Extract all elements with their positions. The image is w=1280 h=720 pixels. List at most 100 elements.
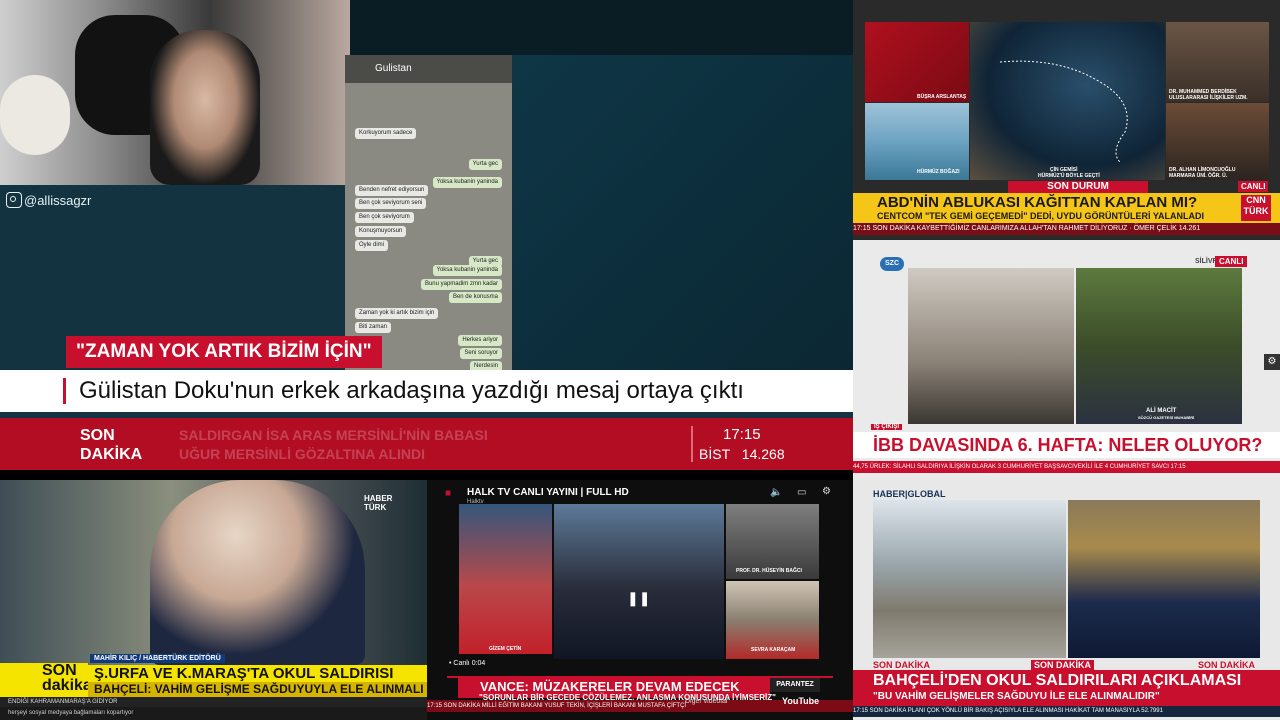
chat-bubble: Oyle dimi bbox=[355, 240, 389, 251]
reporter-name: ALİ MACİT bbox=[1146, 408, 1177, 414]
chat-bubble: Ben çok seviyorum seni bbox=[355, 198, 427, 209]
other-videos-button[interactable]: Diğer videolar bbox=[685, 698, 728, 705]
chat-bubble: Yoksa kubanin yaninda bbox=[432, 265, 502, 276]
chat-bubble: Benden nefret ediyorsun bbox=[355, 185, 429, 196]
cnn-ticker: 17:15 SON DAKİKA KAYBETTİĞİMİZ CANLARIMI… bbox=[853, 223, 1280, 235]
chat-bubble: Bunu yapmadim zmn kadar bbox=[420, 279, 502, 290]
haber-global-ticker: 17:15 SON DAKİKA PLANI ÇOK YÖNLÜ BİR BAK… bbox=[853, 706, 1280, 717]
chat-bubble: Biti zaman bbox=[355, 322, 392, 333]
haberturk-logo: HABER TÜRK bbox=[364, 494, 392, 512]
chat-screenshot: Gulistan Korkuyorum sadece Yurta gec Yoksa… bbox=[345, 55, 512, 370]
breaking-ticker: SON DAKİKA SALDIRGAN İSA ARAS MERSİNLİ'Nİ… bbox=[0, 418, 853, 470]
headline-bar: BAHÇELİ'DEN OKUL SALDIRILARI AÇIKLAMASI … bbox=[853, 670, 1280, 706]
bist-value: 14.268 bbox=[741, 446, 785, 462]
news-line-2: UĞUR MERSİNLİ GÖZALTINA ALINDI bbox=[179, 446, 426, 462]
route-line bbox=[999, 60, 1128, 163]
captions-icon[interactable]: ▭ bbox=[797, 487, 806, 498]
streamer-handle: @allissagzr bbox=[6, 192, 91, 208]
reporter-title: SÖZCÜ GAZETESİ MUHABİRİ bbox=[1138, 415, 1195, 420]
anchor-feed: GİZEM ÇETİN bbox=[459, 504, 552, 654]
haber-global-logo: HABER|GLOBAL bbox=[873, 489, 946, 499]
bist-label: BİST bbox=[699, 446, 731, 462]
subline-text: BAHÇELİ: VAHİM GELİŞME SAĞDUYUYLA ELE AL… bbox=[94, 682, 424, 696]
live-time: 0:04 bbox=[471, 660, 486, 667]
plush-toy bbox=[0, 75, 70, 155]
son-line: SON bbox=[80, 427, 115, 444]
instagram-icon bbox=[6, 192, 22, 208]
headline-text: ABD'NİN ABLUKASI KAĞITTAN KAPLAN MI? bbox=[877, 194, 1198, 211]
subline-bar: BAHÇELİ: VAHİM GELİŞME SAĞDUYUYLA ELE AL… bbox=[88, 682, 427, 697]
guest1-feed: PROF. DR. HÜSEYİN BAĞCI bbox=[726, 504, 819, 579]
streamer-face bbox=[150, 30, 260, 185]
webcam-feed bbox=[0, 0, 350, 185]
szc-logo: SZC bbox=[880, 257, 904, 271]
haberturk-panel[interactable]: HABER TÜRK MAHİR KILIÇ / HABERTÜRK EDİTÖR… bbox=[0, 480, 427, 720]
ticker-1: ENDİĞİ KAHRAMANMARAŞ'A GİDİYOR bbox=[0, 697, 427, 707]
ticker-news: SALDIRGAN İSA ARAS MERSİNLİ'NİN BABASI UĞ… bbox=[179, 426, 488, 464]
headline-bar: ABD'NİN ABLUKASI KAĞITTAN KAPLAN MI? CEN… bbox=[853, 193, 1280, 223]
halk-logo-icon: ■ bbox=[445, 488, 452, 499]
settings-gear-icon[interactable]: ⚙ bbox=[1264, 354, 1280, 370]
backdrop-top bbox=[350, 0, 853, 55]
dakika-text: dakika bbox=[42, 677, 92, 694]
dakika-line: DAKİKA bbox=[80, 446, 143, 463]
chat-bubble: Korkuyorum sadece bbox=[355, 128, 417, 139]
headline-text: İBB DAVASINDA 6. HAFTA: NELER OLUYOR? bbox=[873, 435, 1263, 455]
guest2-title: MARMARA ÜNİ. ÖĞR. Ü. bbox=[1169, 173, 1228, 179]
logo-line-1: HABER bbox=[364, 494, 393, 503]
live-indicator: • Canlı 0:04 bbox=[449, 660, 485, 667]
chat-bubble: Herkes ariyor bbox=[458, 335, 502, 346]
ticker-2: herşeyi sosyal medyaya bağlamaları kopar… bbox=[0, 707, 427, 720]
son-dakika-center: SON DAKİKA bbox=[1031, 660, 1095, 670]
main-stream-panel: @allissagzr Gulistan Korkuyorum sadece Yu… bbox=[0, 0, 853, 470]
headline-bar: Gülistan Doku'nun erkek arkadaşına yazdı… bbox=[0, 370, 853, 412]
cnn-logo: CNN TÜRK bbox=[1241, 195, 1271, 221]
son-dakika-badge: SON dakika bbox=[0, 663, 92, 697]
strait-feed: HÜRMÜZ BOĞAZI bbox=[865, 103, 969, 180]
topic-tag: İŞ ÇIKIŞI bbox=[871, 424, 903, 430]
satellite-map: ÇİN GEMİSİ HÜRMÜZ'Ü BÖYLE GEÇTİ bbox=[970, 22, 1165, 180]
halk-tv-player[interactable]: ■ HALK TV CANLI YAYINI | FULL HD Halktv … bbox=[427, 480, 853, 720]
headline-text: Ş.URFA VE K.MARAŞ'TA OKUL SALDIRISI bbox=[94, 665, 394, 682]
headline-bar: Ş.URFA VE K.MARAŞ'TA OKUL SALDIRISI bbox=[88, 665, 427, 682]
chat-bubble: Konuşmuyorsun bbox=[355, 226, 407, 237]
haber-global-panel[interactable]: HABER|GLOBAL SON DAKİKA SON DAKİKA SON D… bbox=[853, 480, 1280, 720]
street-feed bbox=[873, 500, 1066, 658]
handle-text: @allissagzr bbox=[24, 193, 92, 208]
guest1-caption: PROF. DR. HÜSEYİN BAĞCI bbox=[736, 568, 802, 574]
chat-bubble: Ben de konusma bbox=[448, 292, 502, 303]
logo-line-2: TÜRK bbox=[1243, 206, 1269, 216]
guest1-title: ULUSLARARASI İLİŞKİLER UZM. bbox=[1169, 95, 1248, 101]
guest2-feed: SEVRA KARAÇAM bbox=[726, 581, 819, 659]
video-title[interactable]: HALK TV CANLI YAYINI | FULL HD bbox=[467, 487, 629, 498]
bist-index: BİST 14.268 bbox=[699, 446, 785, 462]
courthouse-feed bbox=[908, 268, 1074, 424]
ticker-divider bbox=[691, 426, 693, 462]
subline-text: CENTCOM "TEK GEMİ GEÇEMEDİ" DEDİ, UYDU G… bbox=[877, 211, 1205, 221]
settings-icon[interactable]: ⚙ bbox=[822, 486, 831, 497]
cnn-turk-panel[interactable]: BÜŞRA ARSLANTAŞ ÇİN GEMİSİ HÜRMÜZ'Ü BÖYL… bbox=[853, 0, 1280, 240]
quote-banner: "ZAMAN YOK ARTIK BİZİM İÇİN" bbox=[66, 336, 382, 368]
pause-icon[interactable]: ❚❚ bbox=[627, 590, 650, 610]
szc-panel[interactable]: SZC SİLİVRİ CANLI ALİ MACİT SÖZCÜ GAZETE… bbox=[853, 240, 1280, 480]
anchor-feed: BÜŞRA ARSLANTAŞ bbox=[865, 22, 969, 102]
strait-caption: HÜRMÜZ BOĞAZI bbox=[917, 169, 960, 175]
volume-icon[interactable]: 🔈 bbox=[770, 487, 782, 498]
logo-line-1: CNN bbox=[1246, 195, 1266, 205]
guest2-feed: DR. ALHAN LİMONCUOĞLU MARMARA ÜNİ. ÖĞR. … bbox=[1166, 103, 1269, 180]
chat-bubble: Nerdesin bbox=[469, 361, 502, 370]
anchor-caption: GİZEM ÇETİN bbox=[489, 646, 522, 652]
headline-text: Gülistan Doku'nun erkek arkadaşına yazdı… bbox=[79, 377, 744, 404]
headline-bar: İBB DAVASINDA 6. HAFTA: NELER OLUYOR? bbox=[853, 432, 1280, 458]
headline-text: BAHÇELİ'DEN OKUL SALDIRILARI AÇIKLAMASI bbox=[873, 672, 1242, 689]
chat-header: Gulistan bbox=[345, 55, 512, 83]
chat-bubble: Yoksa kubanin yaninda bbox=[432, 177, 502, 188]
subline-text: "BU VAHİM GELİŞMELER SAĞDUYU İLE ELE ALI… bbox=[873, 691, 1160, 702]
speaker-feed bbox=[1068, 500, 1260, 658]
chat-bubble: Yurta gec bbox=[468, 159, 502, 170]
reporter-feed: ALİ MACİT SÖZCÜ GAZETESİ MUHABİRİ bbox=[1076, 268, 1242, 424]
son-dakika-label: SON DAKİKA bbox=[80, 426, 142, 464]
guest-nameplate: MAHİR KILIÇ / HABERTÜRK EDİTÖRÜ bbox=[90, 654, 225, 663]
chat-bubble: Ben çok seviyorum bbox=[355, 212, 414, 223]
youtube-logo[interactable]: YouTube bbox=[782, 696, 819, 706]
